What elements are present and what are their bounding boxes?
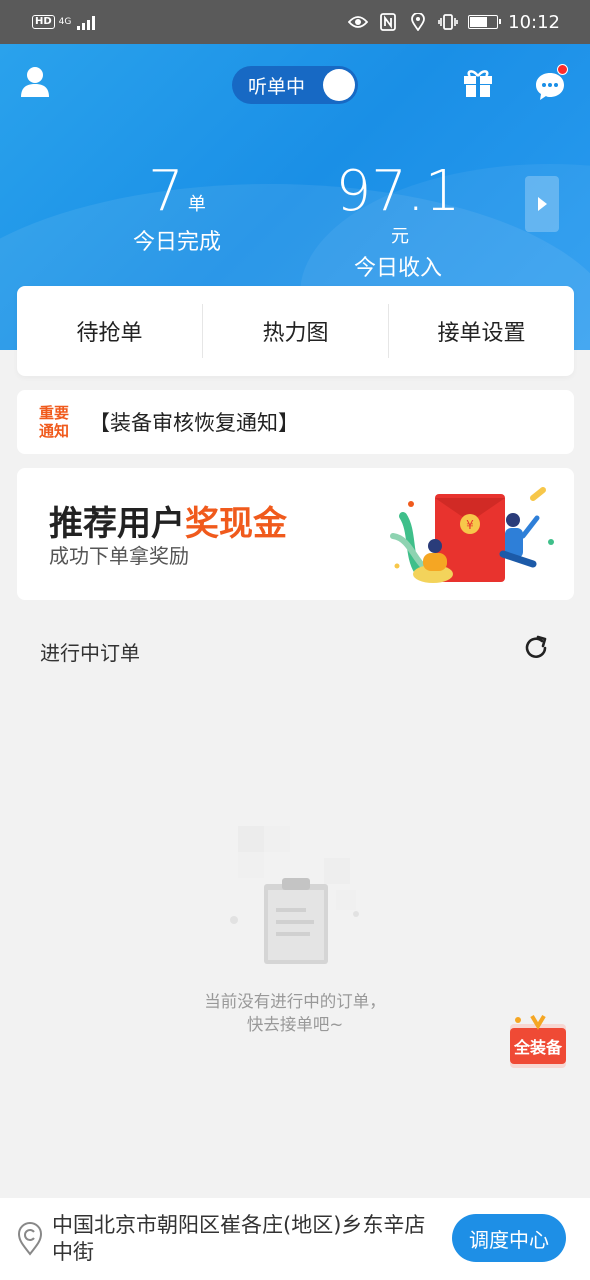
promo-title-highlight: 奖现金 [185,504,287,544]
tab-order-settings[interactable]: 接单设置 [388,304,574,358]
ongoing-orders-title: 进行中订单 [40,641,140,665]
eye-icon [348,12,369,32]
today-income-label: 今日收入 [353,256,442,281]
status-right: 10:12 [348,12,560,33]
tab-heatmap[interactable]: 热力图 [202,304,388,358]
promo-title-prefix: 推荐用户 [49,504,185,544]
nfc-icon [378,12,398,32]
today-income-stat[interactable]: 97.1元 今日收入 [328,162,468,282]
promo-title: 推荐用户奖现金 [49,496,287,545]
quick-tabs: 待抢单 热力图 接单设置 [17,286,574,376]
dispatch-center-button[interactable]: 调度中心 [452,1214,566,1262]
today-orders-value: 7 [148,159,184,224]
message-icon[interactable] [534,64,568,102]
notice-tag-line1: 重要 [39,404,70,422]
promo-subtitle: 成功下单拿奖励 [49,544,189,568]
unread-dot [557,64,568,75]
listen-toggle[interactable]: 听单中 [232,66,358,104]
today-orders-stat[interactable]: 7单 今日完成 [120,162,234,256]
bottom-bar: 中国北京市朝阳区崔各庄(地区)乡东辛店中街 调度中心 [0,1198,590,1280]
notice-text: 【装备审核恢复通知】 [89,411,299,435]
today-income-value: 97.1 [335,159,461,224]
today-orders-label: 今日完成 [132,230,221,255]
full-equipment-float-button[interactable]: 全装备 [504,1010,570,1074]
network-badge: 4G [58,16,72,27]
toggle-knob [323,69,355,101]
location-icon [17,1222,43,1256]
location-status-icon [408,12,428,32]
empty-state-text: 当前没有进行中的订单， 快去接单吧~ [150,990,440,1036]
user-icon[interactable] [20,66,54,102]
status-left: HD 4G [32,14,96,30]
notice-banner[interactable]: 重要 通知 【装备审核恢复通知】 [17,390,574,454]
signal-icon [77,14,96,30]
listen-toggle-label: 听单中 [248,75,306,98]
status-bar: HD 4G 10:12 [0,0,590,44]
chevron-right-icon[interactable] [525,176,559,232]
current-address: 中国北京市朝阳区崔各庄(地区)乡东辛店中街 [52,1213,426,1264]
today-orders-unit: 单 [187,194,206,215]
notice-tag: 重要 通知 [39,404,75,440]
referral-promo-banner[interactable]: 推荐用户奖现金 成功下单拿奖励 ¥ [17,468,574,600]
vibrate-icon [438,12,458,32]
tab-grab-orders[interactable]: 待抢单 [17,304,202,358]
refresh-icon[interactable] [522,634,550,662]
today-income-unit: 元 [391,226,409,247]
notice-tag-line2: 通知 [39,422,70,440]
battery-icon [468,15,502,29]
float-badge-label: 全装备 [513,1038,563,1057]
clock: 10:12 [508,11,560,33]
empty-state-line2: 快去接单吧~ [246,1015,344,1034]
empty-state-line1: 当前没有进行中的订单， [204,992,386,1011]
gift-icon[interactable] [462,66,496,100]
hd-badge: HD [32,15,55,29]
red-envelope-illustration: ¥ [390,487,554,583]
svg-text:¥: ¥ [466,518,474,532]
empty-clipboard-icon [230,826,359,964]
